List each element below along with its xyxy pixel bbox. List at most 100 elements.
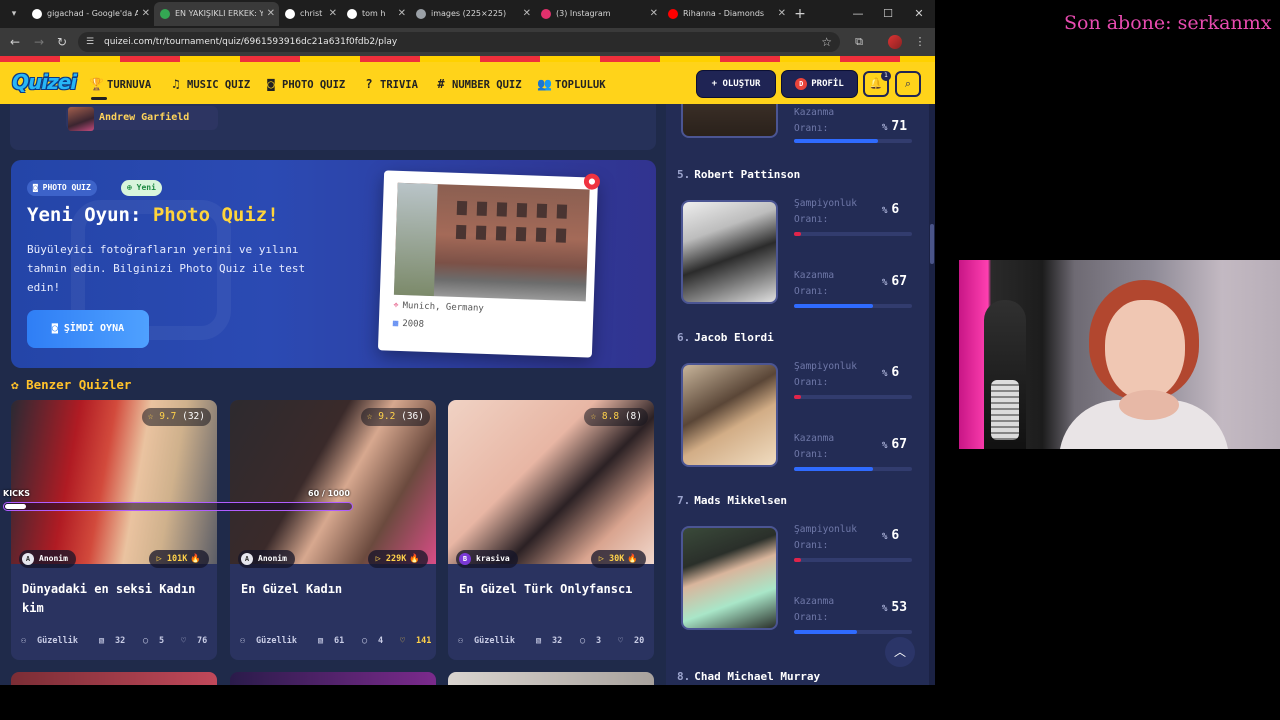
questions-count: 32 <box>552 636 563 646</box>
stat-number: 67 <box>891 274 908 289</box>
play-count: 30K <box>609 554 625 564</box>
browser-tab[interactable]: images (225×225) ✕ <box>410 2 535 26</box>
play-count-badge: ▷ 229K 🔥 <box>367 550 428 568</box>
comment-count: 4 <box>378 636 384 646</box>
quiz-card[interactable]: ☆ 9.7 (32) A Anonim ▷ 101K 🔥 Dünyadaki en sek… <box>11 400 217 660</box>
close-window-button[interactable]: ✕ <box>904 2 934 26</box>
quiz-title[interactable]: En Güzel Kadın <box>241 580 431 599</box>
next-row-card[interactable] <box>11 672 217 685</box>
stat-value: % 6 <box>882 365 912 380</box>
play-icon: ▷ <box>156 554 167 564</box>
bookmark-star-icon[interactable]: ☆ <box>821 32 832 52</box>
contestant-photo[interactable] <box>681 526 778 630</box>
trophy-icon: 🏆 <box>89 77 104 91</box>
nav-music-quiz[interactable]: ♫ MUSIC QUIZ <box>169 75 250 93</box>
contestant-photo[interactable] <box>681 363 778 467</box>
back-button[interactable]: ← <box>6 33 24 51</box>
quiz-card[interactable]: ☆ 9.2 (36) A Anonim ▷ 229K 🔥 En Güzel Kadın ⚇ G… <box>230 400 436 660</box>
previous-section: Andrew Garfield <box>10 104 656 150</box>
previous-pick-chip[interactable]: Andrew Garfield <box>66 106 218 131</box>
nav-photo-quiz[interactable]: ◙ PHOTO QUIZ <box>264 75 345 93</box>
category-label[interactable]: Güzellik <box>37 634 78 648</box>
nav-trivia[interactable]: ? TRIVIA <box>362 75 418 93</box>
tab-close-icon[interactable]: ✕ <box>329 2 337 26</box>
author-chip[interactable]: Bkrasiva <box>456 550 518 568</box>
quiz-title[interactable]: Dünyadaki en seksi Kadın kim <box>22 580 212 618</box>
contestant-photo[interactable] <box>681 104 778 138</box>
tab-close-icon[interactable]: ✕ <box>398 2 406 26</box>
tab-close-icon[interactable]: ✕ <box>650 2 658 26</box>
similar-quizzes-heading: ✿ Benzer Quizler <box>11 377 131 392</box>
stat-progress-bar <box>794 232 912 236</box>
questions-count: 61 <box>334 636 345 646</box>
browser-menu-icon[interactable]: ⋮ <box>913 35 927 49</box>
heart-icon[interactable]: ♡ <box>181 634 186 648</box>
contestant-name-text: Jacob Elordi <box>694 331 774 344</box>
next-row-card[interactable] <box>448 672 654 685</box>
browser-tab[interactable]: christ ✕ <box>279 2 341 26</box>
category-label[interactable]: Güzellik <box>474 634 515 648</box>
next-row-card[interactable] <box>230 672 436 685</box>
stat-label: Kazanma Oranı: <box>794 596 835 623</box>
heart-icon[interactable]: ♡ <box>400 634 405 648</box>
rank-number: 5. <box>677 168 691 181</box>
browser-tab[interactable]: Rihanna - Diamonds ✕ <box>662 2 790 26</box>
stat-label: Şampiyonluk Oranı: <box>794 198 857 225</box>
nav-turnuva[interactable]: 🏆 TURNUVA <box>89 75 151 93</box>
category-label[interactable]: Güzellik <box>256 634 297 648</box>
kicks-progress-bar <box>3 502 353 511</box>
url-text: quizei.com/tr/tournament/quiz/6961593916… <box>104 37 398 47</box>
site-header: Quizei 🏆 TURNUVA ♫ MUSIC QUIZ ◙ PHOTO QUIZ ? TR… <box>0 62 935 104</box>
quiz-title[interactable]: En Güzel Türk Onlyfanscı <box>459 580 649 599</box>
reload-button[interactable]: ↻ <box>53 33 71 51</box>
browser-tab[interactable]: gigachad - Google'da Ara ✕ <box>26 2 154 26</box>
extensions-icon[interactable]: ⧉ <box>852 35 866 49</box>
scrollbar-thumb[interactable] <box>930 224 934 264</box>
browser-profile-avatar[interactable] <box>888 35 902 49</box>
maximize-button[interactable]: ☐ <box>873 2 903 26</box>
fire-icon: 🔥 <box>190 554 201 564</box>
play-now-button[interactable]: ◙ ŞİMDİ OYNA <box>27 310 149 348</box>
page-scrollbar[interactable] <box>929 104 935 685</box>
new-tab-button[interactable]: + <box>792 4 808 24</box>
category-icon: ⚇ <box>458 636 464 646</box>
tab-search-icon[interactable]: ▾ <box>6 6 22 22</box>
author-chip[interactable]: A Anonim <box>19 550 76 568</box>
play-count: 229K <box>385 554 407 564</box>
minimize-button[interactable]: — <box>843 2 873 26</box>
tab-close-icon[interactable]: ✕ <box>267 2 275 26</box>
percent-sign: % <box>882 604 888 614</box>
search-icon[interactable]: ⌕ <box>895 71 921 97</box>
quiz-card[interactable]: ☆ 8.8 (8) Bkrasiva ▷ 30K 🔥 En Güzel Türk Onl… <box>448 400 654 660</box>
tab-close-icon[interactable]: ✕ <box>778 2 786 26</box>
nav-topluluk[interactable]: 👥 TOPLULUK <box>537 75 606 93</box>
hash-icon: # <box>437 77 445 91</box>
stat-progress-fill <box>794 232 802 236</box>
url-field[interactable]: ☰ quizei.com/tr/tournament/quiz/69615939… <box>78 32 840 52</box>
percent-sign: % <box>882 369 888 379</box>
tab-title: christ <box>300 9 323 18</box>
author-chip[interactable]: A Anonim <box>238 550 295 568</box>
stat-number: 6 <box>891 365 900 380</box>
site-info-icon[interactable]: ☰ <box>86 36 98 48</box>
contestant-photo[interactable] <box>681 200 778 304</box>
browser-tab[interactable]: EN YAKIŞIKLI ERKEK: Y ✕ <box>154 2 279 26</box>
address-bar: ← → ↻ ☰ quizei.com/tr/tournament/quiz/69… <box>0 28 935 56</box>
stat-value: % 71 <box>882 119 912 134</box>
create-button[interactable]: + OLUŞTUR <box>697 71 775 97</box>
nav-label: MUSIC QUIZ <box>187 79 251 91</box>
promo-title-prefix: Yeni Oyun: <box>27 204 153 226</box>
profile-button[interactable]: D PROFİL <box>782 71 857 97</box>
rating-value: 9.2 <box>378 411 396 422</box>
forward-button[interactable]: → <box>30 33 48 51</box>
tab-close-icon[interactable]: ✕ <box>523 2 531 26</box>
scroll-to-top-button[interactable]: ︿ <box>885 637 915 667</box>
browser-tab[interactable]: (3) Instagram ✕ <box>535 2 662 26</box>
main-content: Andrew Garfield ◙ PHOTO QUIZ ⊕ Yeni Yeni… <box>0 104 666 685</box>
tab-close-icon[interactable]: ✕ <box>142 2 150 26</box>
tab-title: images (225×225) <box>431 9 507 18</box>
site-logo[interactable]: Quizei <box>12 70 77 94</box>
browser-tab[interactable]: tom h ✕ <box>341 2 410 26</box>
nav-number-quiz[interactable]: # NUMBER QUIZ <box>434 75 521 93</box>
heart-icon[interactable]: ♡ <box>618 634 623 648</box>
